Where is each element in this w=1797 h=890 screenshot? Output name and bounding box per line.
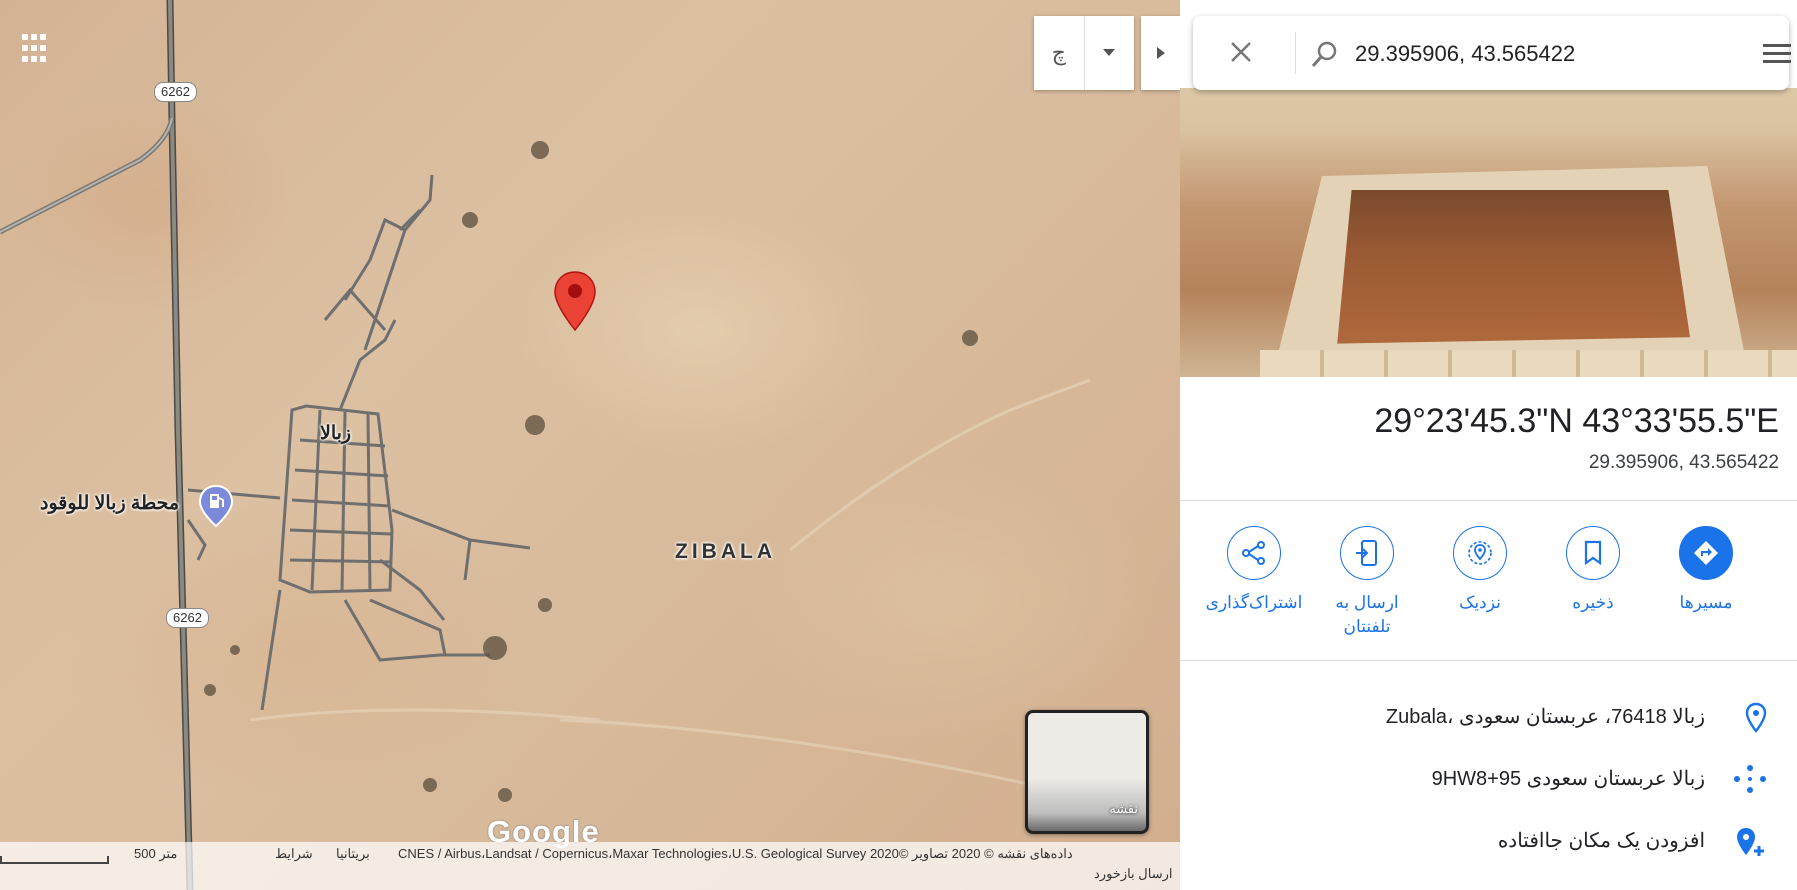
- scale-text[interactable]: 500 متر: [134, 846, 177, 862]
- action-bar: مسیرها ذخیره نزدیک ارسال به تلفنتان اشتر…: [1180, 526, 1797, 656]
- google-apps-button[interactable]: [22, 34, 52, 64]
- add-place-icon: [1737, 828, 1764, 856]
- address-row[interactable]: Zubala، زبالا 76418، عربستان سعودی: [1180, 692, 1797, 742]
- share-label: اشتراک‌گذاری: [1205, 593, 1303, 612]
- divider-bottom: [1180, 660, 1797, 661]
- place-side-panel: 29°23'45.3"N 43°33'55.5"E 29.395906, 43.…: [1180, 0, 1797, 890]
- plus-code-icon: [1734, 765, 1766, 793]
- search-divider: [1295, 32, 1296, 74]
- plus-code-text: 9HW8+95 زبالا عربستان سعودی: [1431, 768, 1705, 790]
- send-to-phone-button[interactable]: ارسال به تلفنتان: [1312, 526, 1422, 639]
- search-box: [1193, 16, 1791, 90]
- transit-layer-toggle[interactable]: چ: [1034, 16, 1134, 90]
- dropped-pin[interactable]: [553, 270, 597, 337]
- collapse-panel-button[interactable]: [1141, 16, 1180, 90]
- plus-code-row[interactable]: 9HW8+95 زبالا عربستان سعودی: [1180, 754, 1797, 804]
- nearby-icon: [1468, 541, 1492, 565]
- terms-link[interactable]: شرایط: [275, 846, 313, 862]
- save-button[interactable]: ذخیره: [1538, 526, 1648, 615]
- search-icon: [1311, 41, 1337, 67]
- fuel-station-label[interactable]: محطة زبالا للوقود: [40, 492, 179, 515]
- region-link[interactable]: بریتانیا: [336, 846, 370, 862]
- fuel-station-marker[interactable]: [198, 484, 234, 533]
- village-label[interactable]: زبالا: [320, 422, 351, 445]
- add-missing-place-text: افزودن یک مکان جاافتاده: [1497, 830, 1705, 852]
- map-type-switcher[interactable]: نقشه: [1025, 710, 1149, 834]
- save-label: ذخیره: [1572, 593, 1614, 612]
- send-feedback-link[interactable]: ارسال بازخورد: [1094, 866, 1172, 882]
- nearby-button[interactable]: نزدیک: [1425, 526, 1535, 615]
- caret-right-icon: [1156, 47, 1165, 59]
- directions-label: مسیرها: [1679, 593, 1733, 612]
- road-shield-6262-top: 6262: [154, 82, 197, 102]
- road-shield-6262-bottom: 6262: [166, 608, 209, 628]
- location-marker-icon: [1745, 702, 1767, 733]
- place-coordinates[interactable]: 29.395906, 43.565422: [1589, 452, 1779, 474]
- share-button[interactable]: اشتراک‌گذاری: [1199, 526, 1309, 615]
- send-to-phone-label: ارسال به تلفنتان: [1335, 593, 1399, 636]
- send-to-phone-icon: [1356, 540, 1377, 566]
- bookmark-icon: [1584, 540, 1602, 566]
- directions-button[interactable]: مسیرها: [1651, 526, 1761, 615]
- layer-glyph-button[interactable]: چ: [1034, 16, 1084, 90]
- add-missing-place-row[interactable]: افزودن یک مکان جاافتاده: [1180, 816, 1797, 866]
- caret-down-icon: [1103, 49, 1116, 56]
- nearby-label: نزدیک: [1459, 593, 1501, 612]
- close-search-button[interactable]: [1229, 40, 1253, 69]
- share-icon: [1242, 541, 1265, 565]
- directions-icon: [1694, 541, 1718, 565]
- address-text: Zubala، زبالا 76418، عربستان سعودی: [1385, 706, 1705, 728]
- area-label-zibala: ZIBALA: [675, 540, 776, 563]
- map-canvas[interactable]: 6262 6262 زبالا محطة زبالا للوقود ZIBALA…: [0, 0, 1180, 890]
- map-footer: 500 متر شرایط بریتانیا داده‌های نقشه © 2…: [0, 842, 1180, 890]
- location-pin-icon: [554, 271, 596, 332]
- layer-dropdown-button[interactable]: [1083, 16, 1135, 90]
- search-button[interactable]: [1311, 40, 1339, 73]
- road-network: [0, 0, 1101, 890]
- minimap-label: نقشه: [1109, 801, 1138, 816]
- place-title: 29°23'45.3"N 43°33'55.5"E: [1374, 402, 1779, 440]
- gas-station-icon: [198, 484, 234, 528]
- scale-bar[interactable]: [0, 856, 109, 864]
- map-attribution: داده‌های نقشه © 2020 تصاویر ©2020 CNES /…: [398, 846, 1073, 861]
- divider-top: [1180, 500, 1797, 501]
- close-icon: [1231, 42, 1251, 62]
- place-photo[interactable]: [1180, 88, 1797, 377]
- main-menu-button[interactable]: [1763, 44, 1791, 68]
- search-input[interactable]: [1353, 36, 1747, 72]
